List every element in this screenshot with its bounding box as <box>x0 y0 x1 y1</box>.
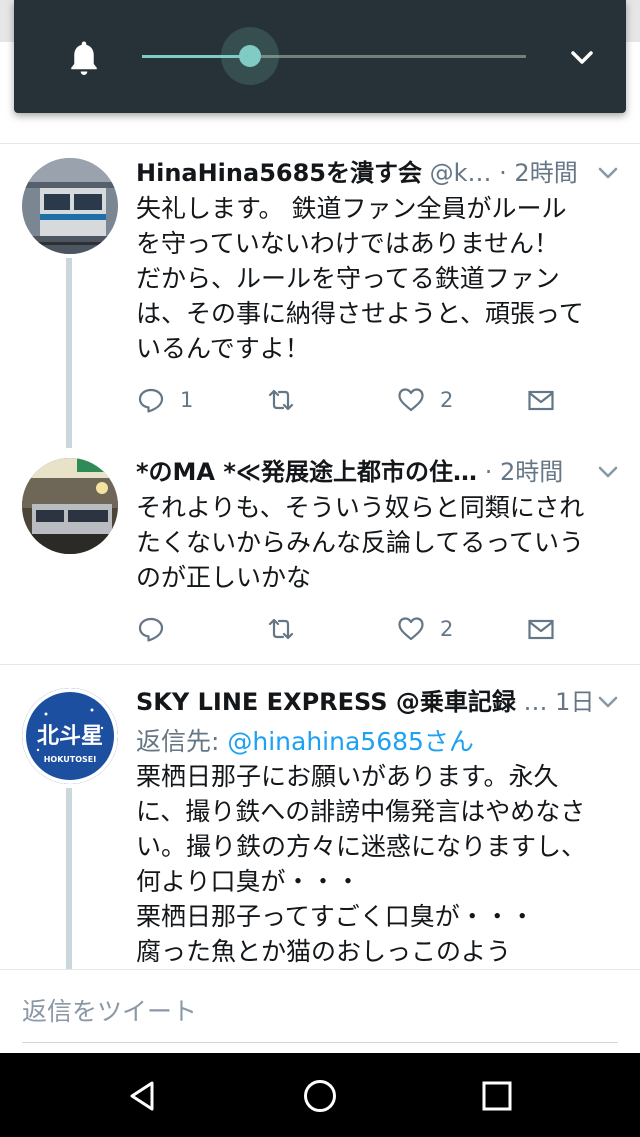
back-icon[interactable] <box>124 1077 162 1115</box>
reply-icon <box>138 388 164 413</box>
like-button[interactable]: 2 <box>396 611 453 647</box>
divider <box>0 143 640 144</box>
timestamp[interactable]: · 2時間 <box>499 159 578 187</box>
retweet-button[interactable] <box>266 382 310 418</box>
display-name[interactable]: *のMA *≪発展途上都市の住… <box>136 458 477 486</box>
reply-button[interactable] <box>136 611 180 647</box>
avatar[interactable] <box>22 158 118 254</box>
avatar-logo-subtext: HOKUTOSEI <box>44 755 97 764</box>
tweet-text-line: に、撮り鉄への誹謗中傷発言はやめなさ <box>136 797 586 826</box>
recents-icon[interactable] <box>478 1077 516 1115</box>
heart-icon <box>398 388 424 412</box>
tweet-text-line: 腐った魚とか猫のおしっこのよう <box>136 937 512 966</box>
tweet-text-line: いるんですよ！ <box>136 334 310 363</box>
tweet-text-line: それよりも、そういう奴らと同類にされ <box>136 493 585 522</box>
tweet-text: 失礼します。 鉄道ファン全員がルール を守っていないわけではありません！ だから… <box>136 191 626 366</box>
handle[interactable]: @k… <box>430 159 492 187</box>
reply-icon <box>138 617 164 642</box>
tweet-text-line: 何より口臭が・・・ <box>136 867 361 896</box>
chevron-down-icon[interactable] <box>567 44 597 70</box>
tweet-header: *のMA *≪発展途上都市の住… · 2時間 <box>136 452 596 492</box>
tweet-text-line: のが正しいかな <box>136 563 312 592</box>
thread-line <box>66 788 72 969</box>
navigation-bar <box>0 1053 640 1137</box>
tweet-text: 返信先: @hinahina5685さん 栗栖日那子にお願いがあります。永久 に… <box>136 724 626 969</box>
direct-message-button[interactable] <box>526 382 556 418</box>
volume-panel <box>14 0 626 113</box>
retweet-icon <box>268 618 294 640</box>
timestamp[interactable]: · 2時間 <box>485 458 564 486</box>
reply-button[interactable]: 1 <box>136 382 193 418</box>
tweet-text-line: を守っていないわけではありません！ <box>136 229 560 258</box>
like-count: 2 <box>440 388 454 412</box>
reply-count: 1 <box>180 388 194 412</box>
volume-slider-thumb[interactable] <box>238 45 261 67</box>
tweet-text-line: い。撮り鉄の方々に迷惑になりますし、 <box>136 832 587 861</box>
like-count: 2 <box>440 617 454 641</box>
heart-icon <box>398 617 424 641</box>
tweet-text: それよりも、そういう奴らと同類にされ たくないからみんな反論してるっていう のが… <box>136 490 626 595</box>
divider <box>0 664 640 665</box>
like-button[interactable]: 2 <box>396 382 453 418</box>
reply-tweet-input[interactable]: 返信をツイート <box>22 992 197 1028</box>
tweet-text-line: 失礼します。 鉄道ファン全員がルール <box>136 194 567 223</box>
tweet-header: SKY LINE EXPRESS @乗車記録 … 1日 <box>136 682 596 722</box>
chevron-down-icon[interactable] <box>596 694 620 710</box>
direct-message-button[interactable] <box>526 611 556 647</box>
display-name[interactable]: SKY LINE EXPRESS @乗車記録 <box>136 688 516 716</box>
mail-icon <box>528 619 554 640</box>
reply-to-label: 返信先: <box>136 727 228 756</box>
retweet-button[interactable] <box>266 611 310 647</box>
tweet-header: HinaHina5685を潰す会 @k… · 2時間 <box>136 153 596 193</box>
timestamp[interactable]: 1日 <box>555 688 594 716</box>
avatar[interactable] <box>22 458 118 554</box>
reply-to-line: 返信先: @hinahina5685さん <box>136 724 626 759</box>
home-icon[interactable] <box>301 1077 339 1115</box>
retweet-icon <box>268 389 294 411</box>
tweet-text-line: は、その事に納得させようと、頑張って <box>136 299 584 328</box>
chevron-down-icon[interactable] <box>596 464 620 480</box>
reply-mention-link[interactable]: @hinahina5685さん <box>227 727 474 756</box>
handle[interactable]: … <box>524 688 548 716</box>
tweet-actions: 1 2 <box>136 382 576 418</box>
tweet-text-line: 栗栖日那子ってすごく口臭が・・・ <box>136 902 535 931</box>
compose-bar: 返信をツイート <box>0 969 640 1053</box>
tweet-text-line: 栗栖日那子にお願いがあります。永久 <box>136 762 559 791</box>
bell-icon[interactable] <box>66 38 102 78</box>
avatar-logo-text: 北斗星 <box>37 724 103 749</box>
tweet-text-line: だから、ルールを守ってる鉄道ファン <box>136 264 560 293</box>
display-name[interactable]: HinaHina5685を潰す会 <box>136 159 422 187</box>
thread-line <box>66 258 72 448</box>
mail-icon <box>528 390 554 411</box>
avatar[interactable]: 北斗星 HOKUTOSEI <box>22 688 118 784</box>
input-underline <box>22 1042 618 1043</box>
tweet-text-line: たくないからみんな反論してるっていう <box>136 528 585 557</box>
chevron-down-icon[interactable] <box>596 165 620 181</box>
tweet-actions: 2 <box>136 611 576 647</box>
